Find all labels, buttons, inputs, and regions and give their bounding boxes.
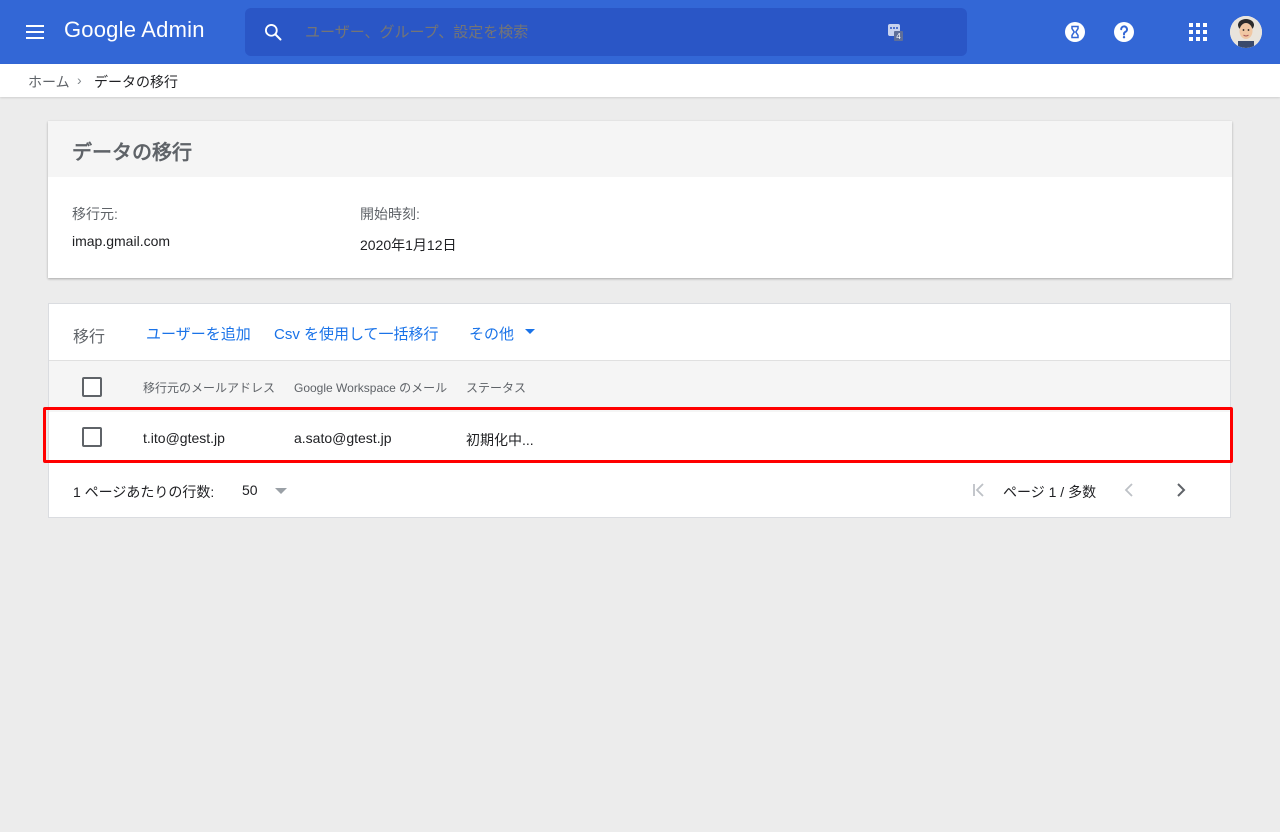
keyboard-shortcut-icon: 4 bbox=[888, 24, 903, 41]
card-header: データの移行 bbox=[48, 121, 1232, 177]
table-header: 移行元のメールアドレス Google Workspace のメール ステータス bbox=[49, 360, 1230, 413]
more-dropdown-icon[interactable] bbox=[525, 329, 535, 334]
column-header-workspace-email[interactable]: Google Workspace のメール bbox=[294, 379, 447, 396]
column-header-status[interactable]: ステータス bbox=[466, 379, 526, 396]
search-bar[interactable]: 4 bbox=[245, 8, 967, 58]
row-source-email: t.ito@gtest.jp bbox=[143, 430, 225, 446]
start-time-value: 2020年1月12日 bbox=[360, 237, 457, 253]
logo-admin: Admin bbox=[141, 17, 205, 42]
bulk-csv-migration-button[interactable]: Csv を使用して一括移行 bbox=[274, 323, 439, 344]
avatar[interactable] bbox=[1230, 16, 1262, 48]
migration-info-card: データの移行 移行元: imap.gmail.com 開始時刻: 2020年1月… bbox=[48, 121, 1232, 278]
apps-icon[interactable] bbox=[1186, 20, 1210, 44]
breadcrumb-chevron-icon: › bbox=[77, 72, 82, 88]
source-label: 移行元: bbox=[72, 206, 118, 222]
rows-per-page-label: 1 ページあたりの行数: bbox=[73, 484, 215, 500]
page-indicator: ページ 1 / 多数 bbox=[1003, 484, 1097, 500]
row-status: 初期化中... bbox=[466, 432, 534, 448]
app-logo[interactable]: Google Admin bbox=[64, 17, 205, 43]
hourglass-icon[interactable] bbox=[1063, 20, 1087, 44]
rows-per-page-dropdown-icon[interactable] bbox=[275, 488, 287, 494]
add-user-button[interactable]: ユーザーを追加 bbox=[146, 323, 251, 344]
breadcrumb: ホーム › データの移行 bbox=[0, 64, 1280, 97]
toolbar-title: 移行 bbox=[73, 329, 106, 346]
more-menu-button[interactable]: その他 bbox=[469, 323, 514, 344]
table-row[interactable]: t.ito@gtest.jp a.sato@gtest.jp 初期化中... bbox=[49, 412, 1230, 463]
search-icon[interactable] bbox=[263, 22, 283, 42]
row-workspace-email: a.sato@gtest.jp bbox=[294, 430, 392, 446]
shortcut-badge-text: 4 bbox=[896, 32, 901, 41]
source-value: imap.gmail.com bbox=[72, 233, 171, 249]
logo-google: Google bbox=[64, 17, 137, 42]
next-page-icon[interactable] bbox=[1171, 480, 1191, 500]
previous-page-icon[interactable] bbox=[1119, 480, 1139, 500]
first-page-icon[interactable] bbox=[969, 480, 989, 500]
breadcrumb-home-link[interactable]: ホーム bbox=[28, 72, 70, 92]
page-title: データの移行 bbox=[72, 142, 192, 164]
top-app-bar: Google Admin 4 bbox=[0, 0, 1280, 64]
search-input[interactable] bbox=[303, 8, 867, 58]
column-header-source-email[interactable]: 移行元のメールアドレス bbox=[143, 379, 275, 396]
menu-icon[interactable] bbox=[24, 20, 48, 44]
rows-per-page-select[interactable]: 50 bbox=[242, 482, 258, 498]
help-icon[interactable] bbox=[1112, 20, 1136, 44]
row-checkbox[interactable] bbox=[82, 427, 102, 447]
breadcrumb-current: データの移行 bbox=[94, 74, 178, 90]
start-time-label: 開始時刻: bbox=[360, 206, 420, 222]
select-all-checkbox[interactable] bbox=[82, 377, 102, 397]
migration-table-card: 移行 ユーザーを追加 Csv を使用して一括移行 その他 移行元のメールアドレス… bbox=[48, 303, 1231, 518]
avatar-image bbox=[1230, 16, 1262, 48]
